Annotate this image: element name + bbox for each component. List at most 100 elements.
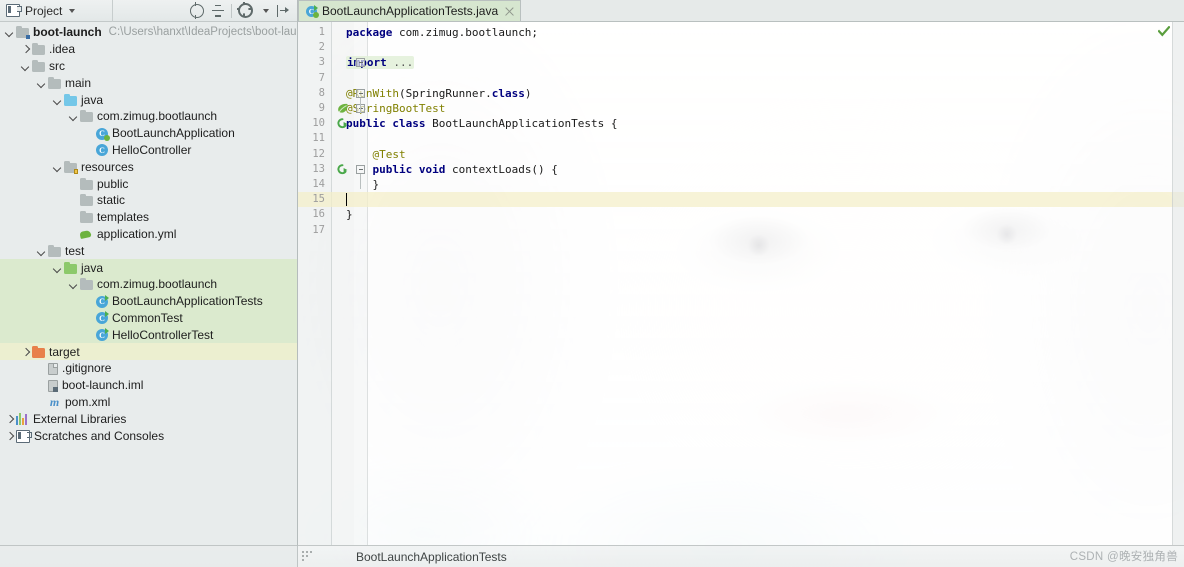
line-number: 3	[318, 56, 325, 69]
tree-item-label: java	[81, 92, 104, 107]
tree-item-label: static	[97, 193, 126, 208]
editor-tab-bar: C BootLaunchApplicationTests.java	[298, 0, 1184, 22]
tree-item-com-zimug-bootlaunch[interactable]: com.zimug.bootlaunch	[0, 108, 297, 125]
line-number: 7	[318, 71, 325, 84]
run-test-gutter-icon[interactable]	[336, 163, 349, 176]
folder-icon	[48, 76, 61, 89]
tree-item-main[interactable]: main	[0, 74, 297, 91]
tree-item-public[interactable]: public	[0, 175, 297, 192]
code-line[interactable]	[298, 207, 1184, 222]
tree-item-bootlaunchapplicationtests[interactable]: C BootLaunchApplicationTests	[0, 292, 297, 310]
breadcrumb[interactable]: BootLaunchApplicationTests	[356, 550, 507, 564]
run-test-gutter-icon[interactable]	[336, 117, 349, 130]
hide-panel-button[interactable]	[273, 2, 292, 20]
tree-item-hellocontrollertest[interactable]: C HelloControllerTest	[0, 326, 297, 344]
tree-item-external-libraries[interactable]: External Libraries	[0, 410, 297, 427]
chevron-down-icon[interactable]	[69, 8, 76, 13]
chevron-down-icon[interactable]	[36, 77, 47, 88]
inspection-scrollbar-gutter[interactable]	[1172, 22, 1184, 545]
chevron-down-icon[interactable]	[52, 262, 63, 273]
package-folder-icon	[80, 278, 93, 291]
runnable-test-class-icon: C	[96, 294, 109, 308]
chevron-right-icon[interactable]	[20, 44, 31, 55]
fold-toggle-icon[interactable]	[356, 164, 365, 174]
tree-item-pom-xml[interactable]: m pom.xml	[0, 394, 297, 411]
tree-item-src[interactable]: src	[0, 58, 297, 75]
code-line[interactable]	[298, 55, 1184, 70]
tree-item-label: .gitignore	[62, 361, 112, 376]
tree-item-application-yml[interactable]: application.yml	[0, 226, 297, 243]
hide-panel-icon	[276, 4, 289, 17]
tree-item-label: External Libraries	[33, 411, 127, 426]
sources-root-folder-icon	[64, 93, 77, 106]
chevron-right-icon[interactable]	[20, 346, 31, 357]
chevron-down-icon[interactable]	[52, 94, 63, 105]
tree-item-label: application.yml	[97, 226, 177, 241]
tree-item-label: com.zimug.bootlaunch	[97, 109, 218, 124]
project-panel-title: Project	[25, 3, 63, 18]
chevron-down-icon[interactable]	[36, 245, 47, 256]
code-line[interactable]	[298, 223, 1184, 238]
code-line[interactable]	[298, 177, 1184, 192]
code-line-text: package com.zimug.bootlaunch;	[346, 26, 539, 39]
tree-item-java[interactable]: java	[0, 91, 297, 108]
project-tree[interactable]: boot-launch C:\Users\hanxt\IdeaProjects\b…	[0, 22, 297, 567]
tree-item-label: .idea	[49, 42, 76, 57]
settings-options-button[interactable]	[236, 1, 255, 20]
chevron-down-icon[interactable]	[68, 279, 79, 290]
chevron-down-icon[interactable]	[20, 60, 31, 71]
external-libraries-icon	[16, 412, 29, 426]
chevron-down-icon[interactable]	[52, 161, 63, 172]
tree-item-label: BootLaunchApplication	[112, 126, 235, 141]
chevron-down-icon	[263, 8, 269, 13]
tree-item-target[interactable]: target	[0, 343, 297, 360]
folder-icon	[48, 244, 61, 257]
code-line[interactable]	[298, 131, 1184, 146]
tree-item-hellocontroller[interactable]: C HelloController	[0, 142, 297, 159]
tree-item-test[interactable]: test	[0, 242, 297, 259]
locate-in-tree-icon	[189, 2, 204, 19]
locate-in-tree-button[interactable]	[187, 2, 206, 20]
chevron-right-icon[interactable]	[4, 413, 15, 424]
iml-file-icon	[48, 379, 58, 392]
tree-item-com-zimug-bootlaunch[interactable]: com.zimug.bootlaunch	[0, 275, 297, 293]
inspection-status-ok-icon[interactable]	[1157, 25, 1171, 37]
code-text-area[interactable]: 1 package com.zimug.bootlaunch; 2 3 import .…	[298, 22, 1184, 545]
chevron-down-icon[interactable]	[68, 111, 79, 122]
runnable-test-class-icon: C	[96, 311, 109, 325]
fold-toggle-icon[interactable]	[356, 58, 365, 68]
package-folder-icon	[80, 110, 93, 123]
tree-item-idea[interactable]: .idea	[0, 41, 297, 58]
spring-class-icon: C	[96, 127, 110, 141]
close-icon[interactable]	[505, 7, 514, 16]
tree-item-gitignore[interactable]: .gitignore	[0, 360, 297, 377]
tree-item-boot-launch[interactable]: boot-launch C:\Users\hanxt\IdeaProjects\b…	[0, 24, 297, 41]
settings-dropdown-button[interactable]	[259, 2, 271, 20]
editor-tab-bootlaunchapplicationtests[interactable]: C BootLaunchApplicationTests.java	[298, 0, 522, 21]
tree-item-java[interactable]: java	[0, 259, 297, 276]
project-panel-toolbar	[187, 1, 297, 20]
tree-item-path: C:\Users\hanxt\IdeaProjects\boot-launch	[108, 26, 297, 39]
tree-item-resources[interactable]: resources	[0, 158, 297, 175]
chevron-down-icon[interactable]	[4, 27, 15, 38]
collapse-all-button[interactable]	[208, 2, 227, 20]
project-panel-title-button[interactable]: Project	[0, 0, 113, 22]
tree-item-boot-launch-iml[interactable]: boot-launch.iml	[0, 377, 297, 394]
chevron-right-icon[interactable]	[4, 430, 15, 441]
tree-item-templates[interactable]: templates	[0, 209, 297, 226]
code-line[interactable]	[298, 40, 1184, 55]
tree-item-scratches-and-consoles[interactable]: Scratches and Consoles	[0, 427, 297, 444]
code-line-current[interactable]	[298, 192, 1184, 208]
line-number: 15	[312, 193, 325, 206]
tree-item-static[interactable]: static	[0, 192, 297, 209]
editor-body[interactable]: 1 package com.zimug.bootlaunch; 2 3 import .…	[298, 22, 1184, 545]
scratches-icon	[16, 428, 32, 444]
collapse-all-icon	[211, 4, 224, 17]
tree-item-bootlaunchapplication[interactable]: C BootLaunchApplication	[0, 125, 297, 142]
code-line[interactable]	[298, 71, 1184, 86]
tree-item-commontest[interactable]: C CommonTest	[0, 309, 297, 327]
spring-bean-gutter-icon[interactable]	[336, 102, 349, 115]
fold-toggle-icon[interactable]	[356, 88, 365, 98]
code-line[interactable]	[298, 147, 1184, 162]
